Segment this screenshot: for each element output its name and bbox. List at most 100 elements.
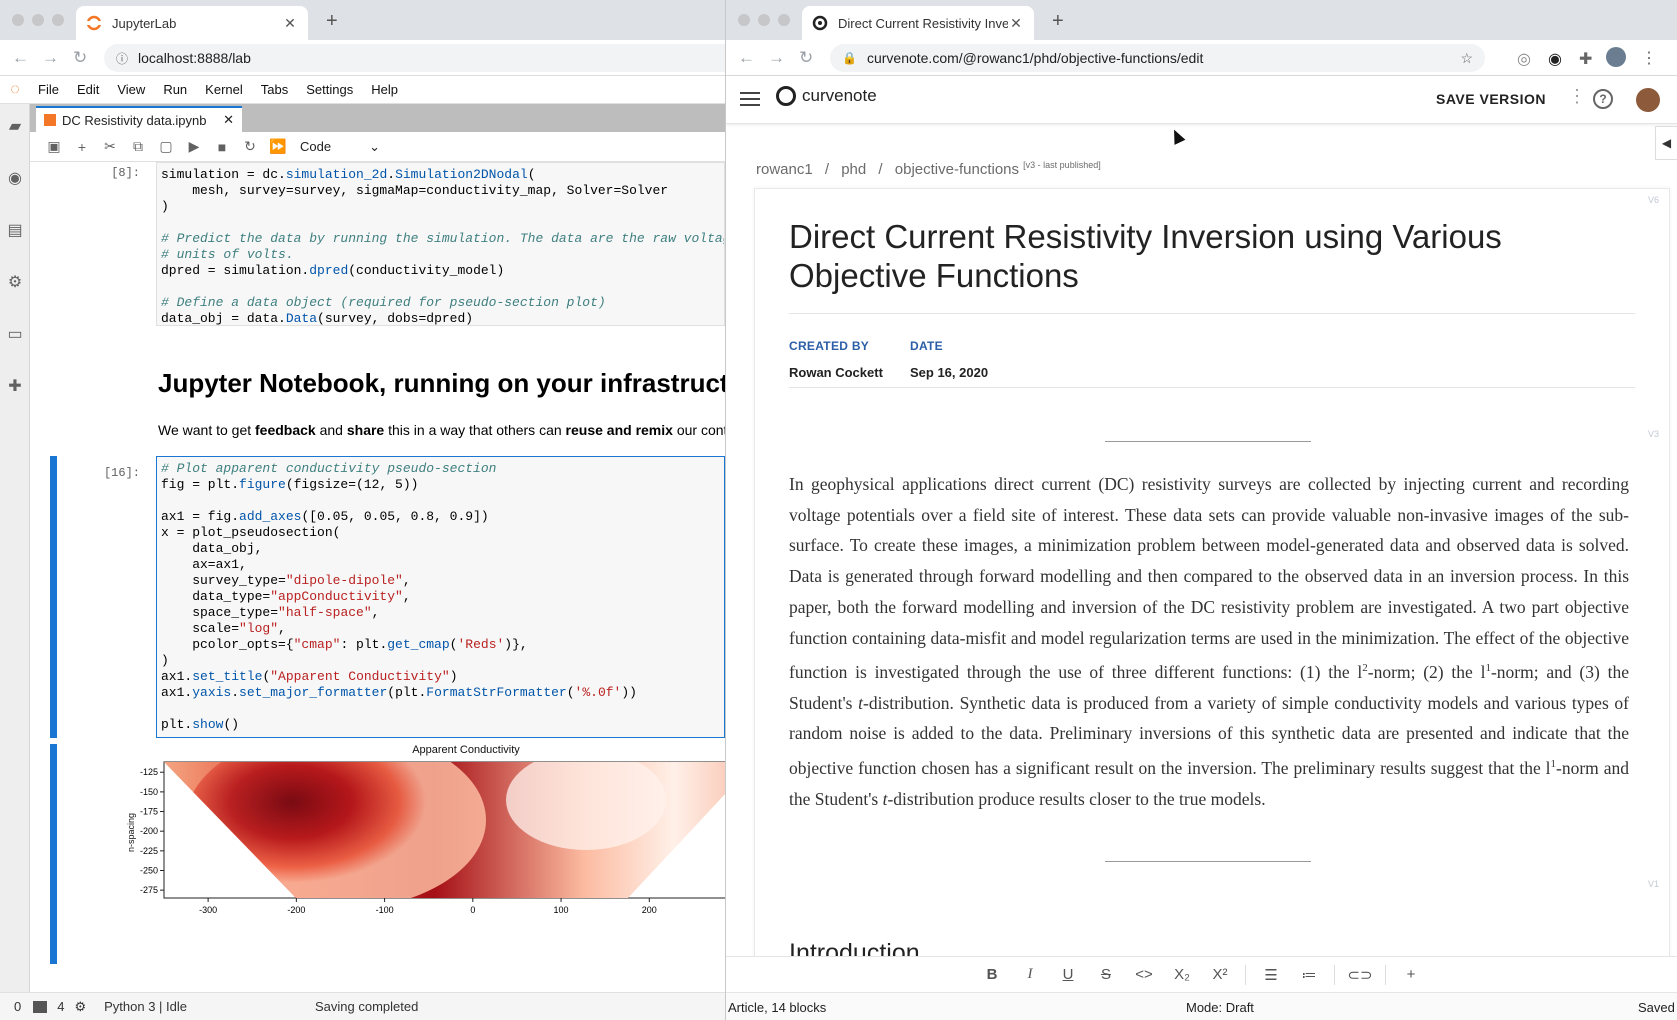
insert-block-icon[interactable]: + — [1392, 966, 1430, 983]
link-icon[interactable]: ⊂⊃ — [1341, 966, 1379, 984]
forward-arrow-icon[interactable]: → — [42, 48, 59, 68]
running-kernels-icon[interactable]: ◉ — [6, 170, 24, 188]
menu-help[interactable]: Help — [371, 82, 398, 97]
menu-edit[interactable]: Edit — [77, 82, 99, 97]
menu-settings[interactable]: Settings — [306, 82, 353, 97]
browser-tab-jupyterlab[interactable]: JupyterLab ✕ — [76, 6, 308, 40]
folder-icon[interactable]: ▰ — [6, 118, 24, 136]
insert-cell-icon[interactable]: + — [68, 139, 96, 155]
collapse-panel-icon[interactable]: ◀ — [1655, 126, 1677, 160]
chevron-down-icon: ⌄ — [369, 138, 380, 154]
output-collapser[interactable] — [50, 744, 57, 964]
restart-icon[interactable]: ↻ — [236, 138, 264, 155]
copy-icon[interactable]: ⧉ — [124, 138, 152, 155]
active-cell-collapser[interactable] — [50, 456, 57, 738]
puzzle-icon[interactable]: ✚ — [1579, 49, 1592, 69]
tabs-icon[interactable]: ▭ — [6, 326, 24, 344]
superscript-icon[interactable]: X² — [1201, 966, 1239, 983]
code-line: data_type="appConductivity", — [161, 589, 411, 604]
cut-icon[interactable]: ✂ — [96, 138, 124, 155]
user-avatar[interactable] — [1636, 88, 1660, 112]
notebook-tab[interactable]: DC Resistivity data.ipynb ✕ — [36, 106, 242, 132]
code-icon[interactable]: <> — [1125, 966, 1163, 983]
more-options-icon[interactable]: ⋮ — [1568, 86, 1586, 107]
jupyter-menu-bar: ◌ File Edit View Run Kernel Tabs Setting… — [0, 76, 725, 104]
extensions-icon[interactable]: ✚ — [6, 378, 24, 396]
numbered-list-icon[interactable]: ≔ — [1290, 966, 1328, 984]
run-icon[interactable]: ▶ — [180, 138, 208, 155]
x-tick-label: 100 — [554, 905, 569, 915]
reload-icon[interactable]: ↻ — [799, 48, 813, 68]
browser-menu-icon[interactable]: ⋮ — [1641, 48, 1657, 68]
close-tab-icon[interactable]: ✕ — [1008, 15, 1024, 32]
extension-curvenote-icon[interactable]: ◉ — [1548, 49, 1562, 69]
back-arrow-icon[interactable]: ← — [12, 48, 29, 68]
md-text: We want to get — [158, 422, 256, 438]
new-tab-button[interactable]: + — [1052, 10, 1064, 33]
abstract-paragraph[interactable]: In geophysical applications direct curre… — [789, 469, 1629, 814]
code-line: # Predict the data by running the simula… — [161, 231, 725, 246]
menu-tabs[interactable]: Tabs — [261, 82, 288, 97]
hamburger-menu-icon[interactable] — [740, 88, 760, 108]
extension-a-icon[interactable]: ◎ — [1517, 49, 1531, 69]
bold-icon[interactable]: B — [973, 966, 1011, 983]
url-field[interactable]: ⓘ localhost:8888/lab — [104, 44, 725, 72]
code-line: x = plot_pseudosection( — [161, 525, 341, 540]
paste-icon[interactable]: ▢ — [152, 138, 180, 155]
breadcrumb-article[interactable]: objective-functions — [895, 161, 1019, 178]
info-icon[interactable]: ⓘ — [116, 50, 128, 67]
kernel-status-icon: ⚙ — [74, 998, 87, 1014]
fast-forward-icon[interactable]: ⏩ — [264, 138, 292, 155]
breadcrumb-user[interactable]: rowanc1 — [756, 161, 813, 178]
save-icon[interactable]: ▣ — [40, 138, 68, 155]
maximize-window-button[interactable] — [52, 14, 64, 26]
code-cell-input-active[interactable]: # Plot apparent conductivity pseudo-sect… — [156, 456, 725, 738]
forward-arrow-icon[interactable]: → — [768, 48, 785, 68]
profile-avatar[interactable] — [1606, 47, 1626, 67]
menu-run[interactable]: Run — [163, 82, 187, 97]
close-tab-icon[interactable]: ✕ — [282, 15, 298, 32]
article-title[interactable]: Direct Current Resistivity Inversion usi… — [789, 217, 1569, 295]
strikethrough-icon[interactable]: S — [1087, 966, 1125, 983]
block-version-badge[interactable]: V6 — [1648, 195, 1659, 205]
curvenote-logo[interactable]: curvenote — [776, 86, 877, 106]
close-window-button[interactable] — [738, 14, 750, 26]
code-cell-input[interactable]: simulation = dc.simulation_2d.Simulation… — [156, 162, 725, 326]
breadcrumb-project[interactable]: phd — [841, 161, 866, 178]
browser-tab-curvenote[interactable]: Direct Current Resistivity Inver ✕ — [802, 6, 1034, 40]
minimize-window-button[interactable] — [758, 14, 770, 26]
stop-icon[interactable]: ■ — [208, 139, 236, 155]
menu-kernel[interactable]: Kernel — [205, 82, 243, 97]
star-icon[interactable]: ☆ — [1460, 50, 1473, 67]
cell-prompt: [16]: — [103, 466, 140, 480]
maximize-window-button[interactable] — [778, 14, 790, 26]
url-field[interactable]: 🔒 curvenote.com/@rowanc1/phd/objective-f… — [830, 44, 1485, 72]
property-inspector-icon[interactable]: ⚙ — [6, 274, 24, 292]
help-icon[interactable]: ? — [1593, 89, 1613, 109]
minimize-window-button[interactable] — [32, 14, 44, 26]
subscript-icon[interactable]: X₂ — [1163, 966, 1201, 983]
menu-view[interactable]: View — [117, 82, 145, 97]
cell-type-select[interactable]: Code ⌄ — [300, 139, 380, 155]
menu-file[interactable]: File — [38, 82, 59, 97]
kernel-status[interactable]: Python 3 | Idle — [104, 999, 187, 1014]
notebook-icon — [44, 114, 56, 126]
reload-icon[interactable]: ↻ — [73, 48, 87, 68]
close-window-button[interactable] — [12, 14, 24, 26]
commands-icon[interactable]: ▤ — [6, 222, 24, 240]
block-version-badge[interactable]: V3 — [1648, 429, 1659, 439]
back-arrow-icon[interactable]: ← — [738, 48, 755, 68]
bullet-list-icon[interactable]: ☰ — [1252, 966, 1290, 984]
status-count-b: 4 — [57, 999, 65, 1014]
y-tick-label: -175 — [140, 807, 158, 817]
block-version-badge[interactable]: V1 — [1648, 879, 1659, 889]
save-version-button[interactable]: SAVE VERSION — [1436, 91, 1546, 107]
italic-icon[interactable]: I — [1011, 966, 1049, 983]
markdown-heading: Jupyter Notebook, running on your infras… — [158, 368, 725, 398]
code-line: ax1 = fig.add_axes([0.05, 0.05, 0.8, 0.9… — [161, 509, 489, 524]
article-document: V6 Direct Current Resistivity Inversion … — [754, 188, 1670, 960]
new-tab-button[interactable]: + — [326, 10, 338, 33]
underline-icon[interactable]: U — [1049, 966, 1087, 983]
close-notebook-icon[interactable]: ✕ — [223, 112, 234, 128]
